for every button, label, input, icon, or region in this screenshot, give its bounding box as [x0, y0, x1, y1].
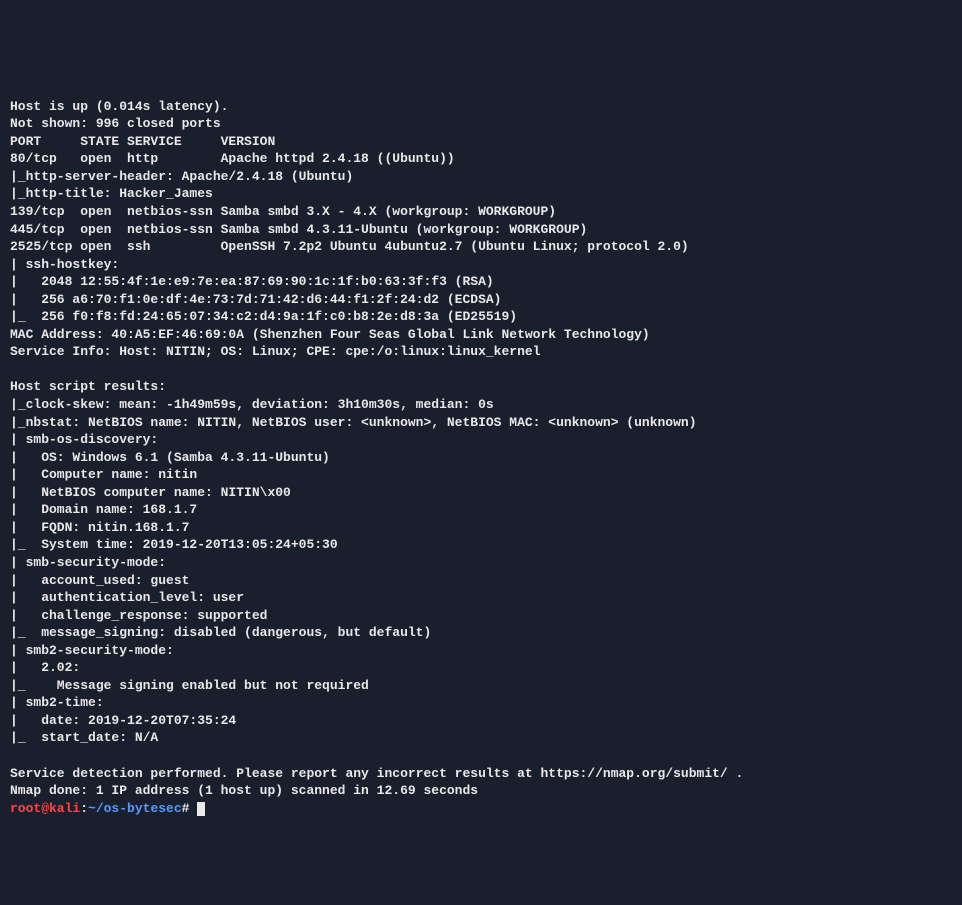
prompt-end: # — [182, 801, 198, 816]
prompt-path: ~/os-bytesec — [88, 801, 182, 816]
mac-address-line: MAC Address: 40:A5:EF:46:69:0A (Shenzhen… — [10, 327, 650, 342]
http-title-line: |_http-title: Hacker_James — [10, 186, 213, 201]
netbios-name-line: | NetBIOS computer name: NITIN\x00 — [10, 485, 291, 500]
ed25519-key-line: |_ 256 f0:f8:fd:24:65:07:34:c2:d4:9a:1f:… — [10, 309, 517, 324]
challenge-response-line: | challenge_response: supported — [10, 608, 267, 623]
host-up-line: Host is up (0.014s latency). — [10, 99, 228, 114]
smb2-start-date-line: |_ start_date: N/A — [10, 730, 158, 745]
nbstat-line: |_nbstat: NetBIOS name: NITIN, NetBIOS u… — [10, 415, 697, 430]
port-80-line: 80/tcp open http Apache httpd 2.4.18 ((U… — [10, 151, 455, 166]
smb2-msg-signing-line: |_ Message signing enabled but not requi… — [10, 678, 369, 693]
smb2-version-line: | 2.02: — [10, 660, 80, 675]
prompt-user-host: root@kali — [10, 801, 80, 816]
clock-skew-line: |_clock-skew: mean: -1h49m59s, deviation… — [10, 397, 494, 412]
http-server-header-line: |_http-server-header: Apache/2.4.18 (Ubu… — [10, 169, 353, 184]
system-time-line: |_ System time: 2019-12-20T13:05:24+05:3… — [10, 537, 338, 552]
ecdsa-key-line: | 256 a6:70:f1:0e:df:4e:73:7d:71:42:d6:4… — [10, 292, 501, 307]
message-signing-line: |_ message_signing: disabled (dangerous,… — [10, 625, 431, 640]
port-445-line: 445/tcp open netbios-ssn Samba smbd 4.3.… — [10, 222, 587, 237]
port-2525-line: 2525/tcp open ssh OpenSSH 7.2p2 Ubuntu 4… — [10, 239, 689, 254]
port-header-line: PORT STATE SERVICE VERSION — [10, 134, 275, 149]
cursor-icon — [197, 802, 205, 816]
auth-level-line: | authentication_level: user — [10, 590, 244, 605]
terminal-output: Host is up (0.014s latency). Not shown: … — [10, 80, 952, 817]
smb-security-mode-line: | smb-security-mode: — [10, 555, 166, 570]
account-used-line: | account_used: guest — [10, 573, 189, 588]
domain-name-line: | Domain name: 168.1.7 — [10, 502, 197, 517]
prompt-separator: : — [80, 801, 88, 816]
prompt-line[interactable]: root@kali:~/os-bytesec# — [10, 801, 205, 816]
fqdn-line: | FQDN: nitin.168.1.7 — [10, 520, 189, 535]
not-shown-line: Not shown: 996 closed ports — [10, 116, 221, 131]
nmap-done-line: Nmap done: 1 IP address (1 host up) scan… — [10, 783, 478, 798]
host-script-header-line: Host script results: — [10, 379, 166, 394]
rsa-key-line: | 2048 12:55:4f:1e:e9:7e:ea:87:69:90:1c:… — [10, 274, 494, 289]
port-139-line: 139/tcp open netbios-ssn Samba smbd 3.X … — [10, 204, 556, 219]
service-detection-line: Service detection performed. Please repo… — [10, 766, 743, 781]
ssh-hostkey-line: | ssh-hostkey: — [10, 257, 119, 272]
service-info-line: Service Info: Host: NITIN; OS: Linux; CP… — [10, 344, 541, 359]
smb2-time-line: | smb2-time: — [10, 695, 104, 710]
computer-name-line: | Computer name: nitin — [10, 467, 197, 482]
smb2-date-line: | date: 2019-12-20T07:35:24 — [10, 713, 236, 728]
smb2-security-mode-line: | smb2-security-mode: — [10, 643, 174, 658]
os-line: | OS: Windows 6.1 (Samba 4.3.11-Ubuntu) — [10, 450, 330, 465]
smb-os-discovery-line: | smb-os-discovery: — [10, 432, 158, 447]
